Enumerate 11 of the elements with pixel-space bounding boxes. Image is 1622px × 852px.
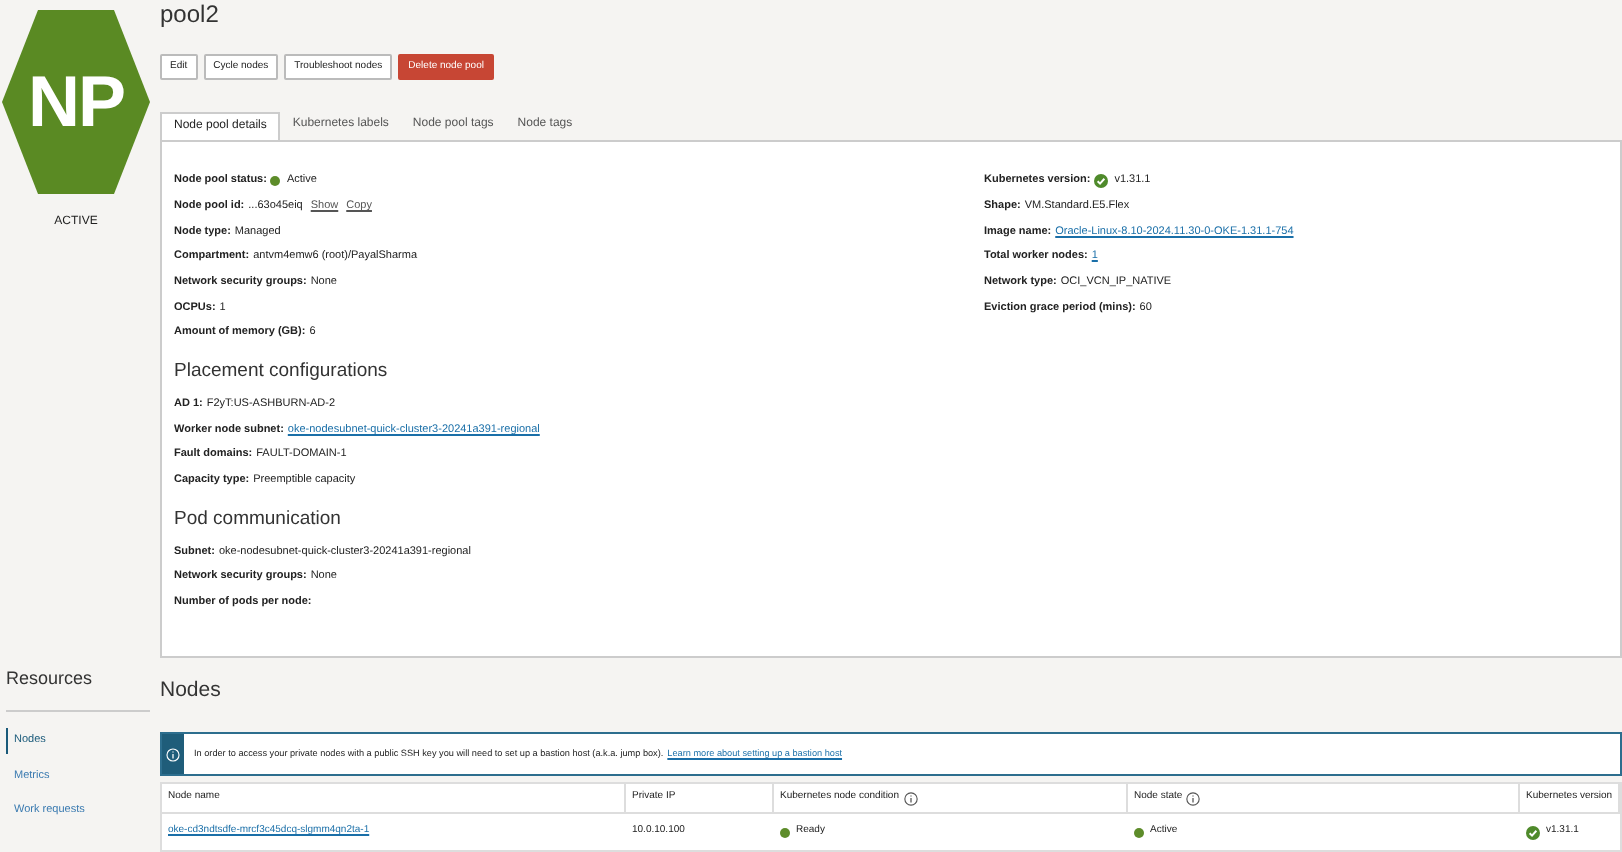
check-circle-icon xyxy=(1526,825,1540,839)
info-icon[interactable] xyxy=(903,791,917,805)
pool-title: pool2 xyxy=(160,0,221,28)
info-icon xyxy=(166,747,180,762)
info-icon[interactable] xyxy=(1186,791,1201,805)
nodes-heading: Nodes xyxy=(160,676,223,705)
check-circle-icon xyxy=(1094,173,1109,188)
section-heading: Placement configurations xyxy=(174,357,390,386)
hexagon-initials: NP xyxy=(27,58,124,146)
section-heading: Pod communication xyxy=(174,505,343,534)
resources-heading: Resources xyxy=(6,665,95,692)
